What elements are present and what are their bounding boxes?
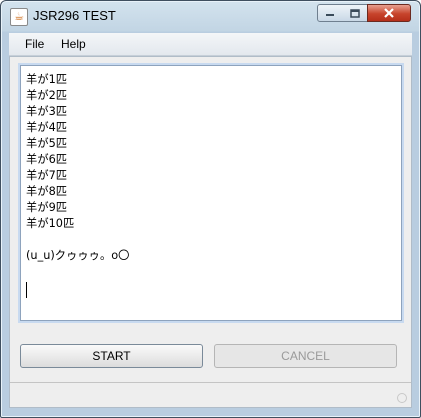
content-panel: 羊が1匹 羊が2匹 羊が3匹 羊が4匹 羊が5匹 羊が6匹 羊が7匹 羊が8匹 … (9, 56, 412, 408)
title-bar[interactable]: ☕ JSR296 TEST (1, 1, 420, 32)
close-button[interactable] (367, 4, 411, 22)
output-line: 羊が2匹 (26, 89, 68, 102)
menu-file[interactable]: File (25, 37, 44, 51)
minimize-icon (326, 14, 334, 16)
maximize-icon (349, 8, 360, 18)
output-line: 羊が7匹 (26, 169, 68, 182)
output-line: 羊が6匹 (26, 153, 68, 166)
output-line: 羊が4匹 (26, 121, 68, 134)
text-caret (26, 282, 27, 298)
minimize-button[interactable] (317, 4, 343, 22)
busy-indicator-icon (397, 393, 407, 403)
menu-help[interactable]: Help (61, 37, 86, 51)
output-line: 羊が8匹 (26, 185, 68, 198)
cancel-button[interactable]: CANCEL (214, 344, 397, 368)
app-window: ☕ JSR296 TEST File Help 羊が1匹 羊が2匹 羊が3匹 羊… (0, 0, 421, 418)
menu-bar: File Help (9, 33, 412, 56)
java-cup-icon[interactable]: ☕ (10, 8, 28, 26)
output-line: 羊が10匹 (26, 217, 75, 230)
status-divider (10, 382, 411, 383)
maximize-button[interactable] (342, 4, 368, 22)
output-line: 羊が5匹 (26, 137, 68, 150)
output-line: 羊が3匹 (26, 105, 68, 118)
output-line: (u_u)クゥゥゥ。o〇 (26, 249, 130, 262)
start-button[interactable]: START (20, 344, 203, 368)
close-icon (384, 8, 394, 18)
output-line: 羊が1匹 (26, 73, 68, 86)
output-line: 羊が9匹 (26, 201, 68, 214)
window-title: JSR296 TEST (33, 8, 116, 23)
output-text-area[interactable]: 羊が1匹 羊が2匹 羊が3匹 羊が4匹 羊が5匹 羊が6匹 羊が7匹 羊が8匹 … (20, 65, 402, 321)
